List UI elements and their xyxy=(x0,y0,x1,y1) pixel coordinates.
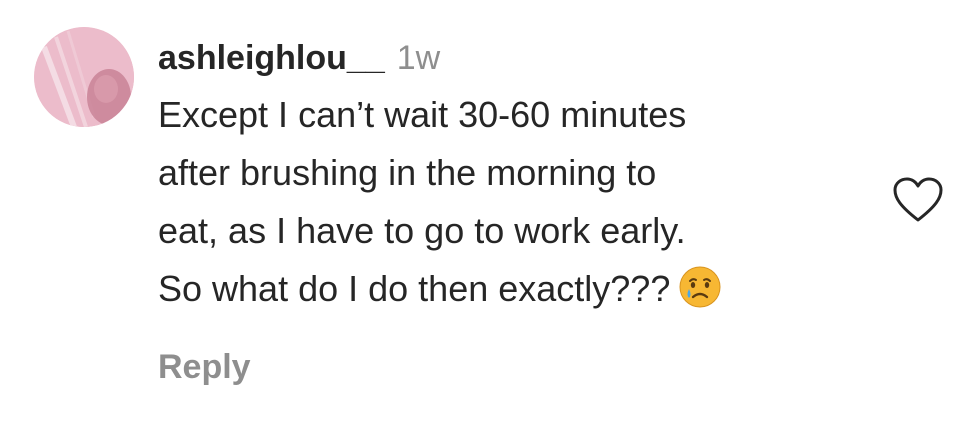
heart-outline-icon xyxy=(893,177,943,222)
comment-text-line: Except I can’t wait 30-60 minutes xyxy=(158,94,687,135)
comment-content: ashleighlou__ 1w Except I can’t wait 30-6… xyxy=(158,34,858,318)
username[interactable]: ashleighlou__ xyxy=(158,39,385,77)
timestamp[interactable]: 1w xyxy=(397,39,440,77)
crying-face-icon xyxy=(678,265,722,309)
comment-text-line: after brushing in the morning to xyxy=(158,152,657,193)
comment: ashleighlou__ 1w Except I can’t wait 30-6… xyxy=(0,0,980,423)
comment-header: ashleighlou__ 1w xyxy=(158,34,858,82)
comment-text-line: eat, as I have to go to work early. xyxy=(158,210,686,251)
comment-text: Except I can’t wait 30-60 minutes after … xyxy=(158,86,858,318)
avatar-image xyxy=(34,27,134,127)
avatar[interactable] xyxy=(34,27,134,127)
reply-button[interactable]: Reply xyxy=(158,348,251,387)
comment-text-line-content: So what do I do then exactly??? xyxy=(158,268,671,309)
like-button[interactable] xyxy=(892,176,944,224)
comment-text-line: So what do I do then exactly??? xyxy=(158,260,858,318)
